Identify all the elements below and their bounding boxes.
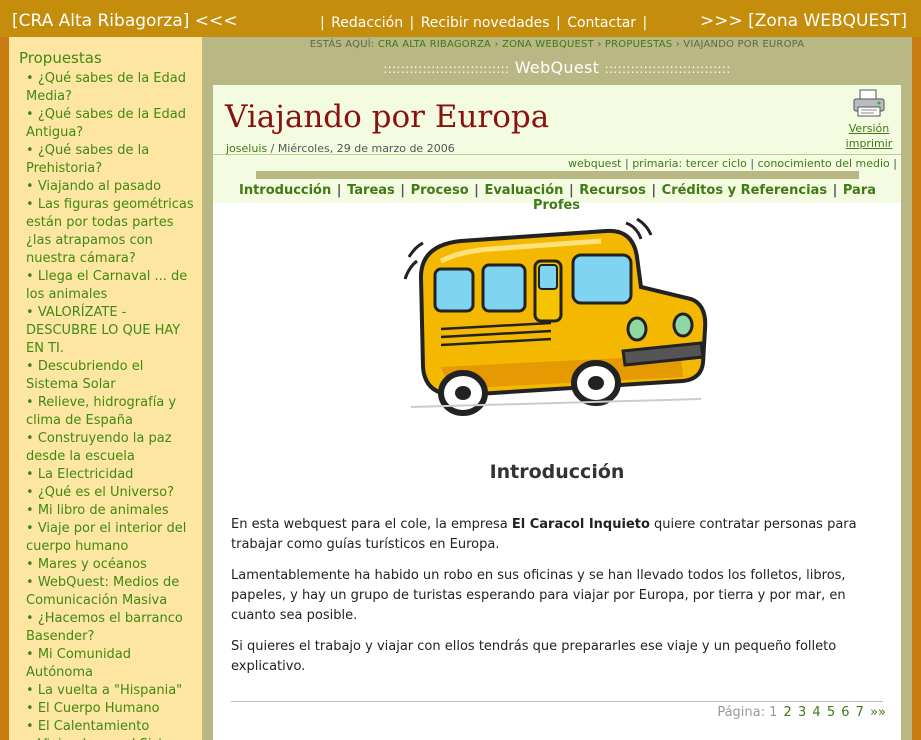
page-7[interactable]: 7 [856, 705, 864, 720]
sidebar-item: • ¿Qué es el Universo? [26, 485, 174, 500]
sidebar-item-link[interactable]: ¿Qué es el Universo? [38, 485, 174, 500]
menu-recibir-novedades[interactable]: Recibir novedades [421, 15, 550, 31]
sidebar-title: Propuestas [19, 49, 102, 67]
breadcrumb-zona-webquest[interactable]: ZONA WEBQUEST [502, 39, 594, 50]
sidebar-item: • Relieve, hidrografía y clima de España [26, 395, 177, 428]
top-bar: [CRA Alta Ribagorza] <<< | Redacción | R… [0, 0, 921, 37]
page-next[interactable]: »» [870, 705, 886, 720]
sidebar-item: • Descubriendo el Sistema Solar [26, 359, 144, 392]
breadcrumb-cra[interactable]: CRA ALTA RIBAGORZA [378, 39, 491, 50]
page-5[interactable]: 5 [827, 705, 835, 720]
sidebar-item-link[interactable]: Llega el Carnaval ... de los animales [26, 269, 187, 302]
sidebar-item-link[interactable]: Mares y océanos [38, 557, 147, 572]
sidebar-item-link[interactable]: El Calentamiento [38, 719, 149, 734]
sidebar: Propuestas • ¿Qué sabes de la Edad Media… [9, 37, 202, 740]
sidebar-item: • Viaje por el interior del cuerpo human… [26, 521, 187, 554]
article-tags: webquest | primaria: tercer ciclo | cono… [567, 157, 897, 170]
section-label: WebQuest [514, 58, 600, 77]
sidebar-item-link[interactable]: ¿Qué sabes de la Edad Antigua? [26, 107, 186, 140]
sidebar-item: • WebQuest: Medios de Comunicación Masiv… [26, 575, 180, 608]
article-header: Viajando por Europa joseluis / Miércoles… [213, 85, 901, 213]
menu-redaccion[interactable]: Redacción [331, 15, 403, 31]
sidebar-item-link[interactable]: La Electricidad [38, 467, 134, 482]
page-2[interactable]: 2 [784, 705, 792, 720]
intro-paragraph-3: Si quieres el trabajo y viajar con ellos… [231, 639, 837, 674]
sidebar-item: • La vuelta a "Hispania" [26, 683, 183, 698]
tag-webquest[interactable]: webquest [568, 157, 622, 170]
breadcrumb-current: VIAJANDO POR EUROPA [683, 39, 805, 50]
sidebar-item-link[interactable]: Construyendo la paz desde la escuela [26, 431, 172, 464]
intro-paragraph-2: Lamentablemente ha habido un robo en sus… [231, 568, 846, 623]
sidebar-item: • ¿Qué sabes de la Edad Antigua? [26, 107, 186, 140]
divider [231, 701, 883, 702]
sidebar-item: • Viajando al pasado [26, 179, 162, 194]
sidebar-item: • ¿Qué sabes de la Prehistoria? [26, 143, 150, 176]
sidebar-item-link[interactable]: WebQuest: Medios de Comunicación Masiva [26, 575, 179, 608]
sidebar-item-link[interactable]: ¿Hacemos el barranco Basender? [26, 611, 183, 644]
sidebar-item: • Construyendo la paz desde la escuela [26, 431, 172, 464]
zona-webquest-link[interactable]: >>> [Zona WEBQUEST] [700, 11, 907, 31]
sidebar-item: • Mi Comunidad Autónoma [26, 647, 132, 680]
nav-recursos[interactable]: Recursos [579, 183, 646, 198]
printer-icon [853, 89, 885, 117]
sidebar-item: • La Electricidad [26, 467, 134, 482]
nav-evaluacion[interactable]: Evaluación [484, 183, 563, 198]
home-link[interactable]: [CRA Alta Ribagorza] <<< [12, 11, 238, 31]
breadcrumb: ESTÁS AQUÍ: CRA ALTA RIBAGORZA › ZONA WE… [309, 39, 805, 50]
sidebar-item-link[interactable]: Descubriendo el Sistema Solar [26, 359, 143, 392]
sidebar-item: • El Cuerpo Humano [26, 701, 160, 716]
sidebar-item: • ¿Qué sabes de la Edad Media? [26, 71, 186, 104]
company-name: El Caracol Inquieto [511, 517, 650, 532]
sidebar-item-link[interactable]: Las figuras geométricas están por todas … [26, 197, 194, 266]
nav-proceso[interactable]: Proceso [411, 183, 469, 198]
nav-creditos[interactable]: Créditos y Referencias [662, 183, 827, 198]
sidebar-item: • Las figuras geométricas están por toda… [26, 197, 194, 266]
sidebar-item-link[interactable]: Viaje por el interior del cuerpo humano [26, 521, 186, 554]
sidebar-item-link[interactable]: El Cuerpo Humano [38, 701, 160, 716]
page-3[interactable]: 3 [798, 705, 806, 720]
sidebar-item-link[interactable]: Mi Comunidad Autónoma [26, 647, 131, 680]
sidebar-item: • El Calentamiento [26, 719, 150, 734]
print-version-button[interactable]: Versión imprimir [844, 89, 894, 151]
page-6[interactable]: 6 [841, 705, 849, 720]
section-heading: Introducción [489, 461, 625, 483]
sidebar-item: • Mi libro de animales [26, 503, 169, 518]
breadcrumb-propuestas[interactable]: PROPUESTAS [605, 39, 672, 50]
main-frame: ESTÁS AQUÍ: CRA ALTA RIBAGORZA › ZONA WE… [202, 37, 912, 740]
sidebar-item-link[interactable]: Mi libro de animales [38, 503, 169, 518]
article-title: Viajando por Europa [225, 99, 550, 135]
page-4[interactable]: 4 [812, 705, 820, 720]
sidebar-item-link[interactable]: VALORÍZATE - DESCUBRE LO QUE HAY EN TI. [26, 305, 180, 356]
webquest-nav: Introducción | Tareas | Proceso | Evalua… [238, 183, 877, 213]
sidebar-item: • Llega el Carnaval ... de los animales [26, 269, 188, 302]
page-current: 1 [769, 705, 778, 720]
pagination: Página: 1 2 3 4 5 6 7 »» [717, 705, 886, 720]
article-content: Viajando por Europa joseluis / Miércoles… [213, 85, 901, 740]
nav-tareas[interactable]: Tareas [347, 183, 395, 198]
section-bar: ::::::::::::::::::::::::::::: WebQuest :… [383, 58, 731, 77]
sidebar-item: • VALORÍZATE - DESCUBRE LO QUE HAY EN TI… [26, 305, 181, 356]
sidebar-item-link[interactable]: Relieve, hidrografía y clima de España [26, 395, 176, 428]
menu-contactar[interactable]: Contactar [567, 15, 636, 31]
sidebar-item-link[interactable]: ¿Qué sabes de la Edad Media? [26, 71, 186, 104]
sidebar-item-link[interactable]: ¿Qué sabes de la Prehistoria? [26, 143, 149, 176]
sidebar-list: • ¿Qué sabes de la Edad Media? • ¿Qué sab… [26, 70, 198, 740]
intro-paragraph-1: En esta webquest para el cole, la empres… [231, 517, 857, 552]
sidebar-item: • ¿Hacemos el barranco Basender? [26, 611, 183, 644]
sidebar-item-link[interactable]: La vuelta a "Hispania" [38, 683, 182, 698]
tag-conocimiento[interactable]: conocimiento del medio [758, 157, 890, 170]
tag-primaria[interactable]: primaria: tercer ciclo [632, 157, 747, 170]
sidebar-item: • Mares y océanos [26, 557, 147, 572]
sidebar-item: • Viajando por el Sistema Solar [26, 736, 198, 740]
top-menu: | Redacción | Recibir novedades | Contac… [320, 15, 648, 31]
nav-introduccion[interactable]: Introducción [239, 183, 331, 198]
sidebar-item-link[interactable]: Viajando al pasado [38, 179, 161, 194]
school-bus-image [403, 217, 708, 416]
